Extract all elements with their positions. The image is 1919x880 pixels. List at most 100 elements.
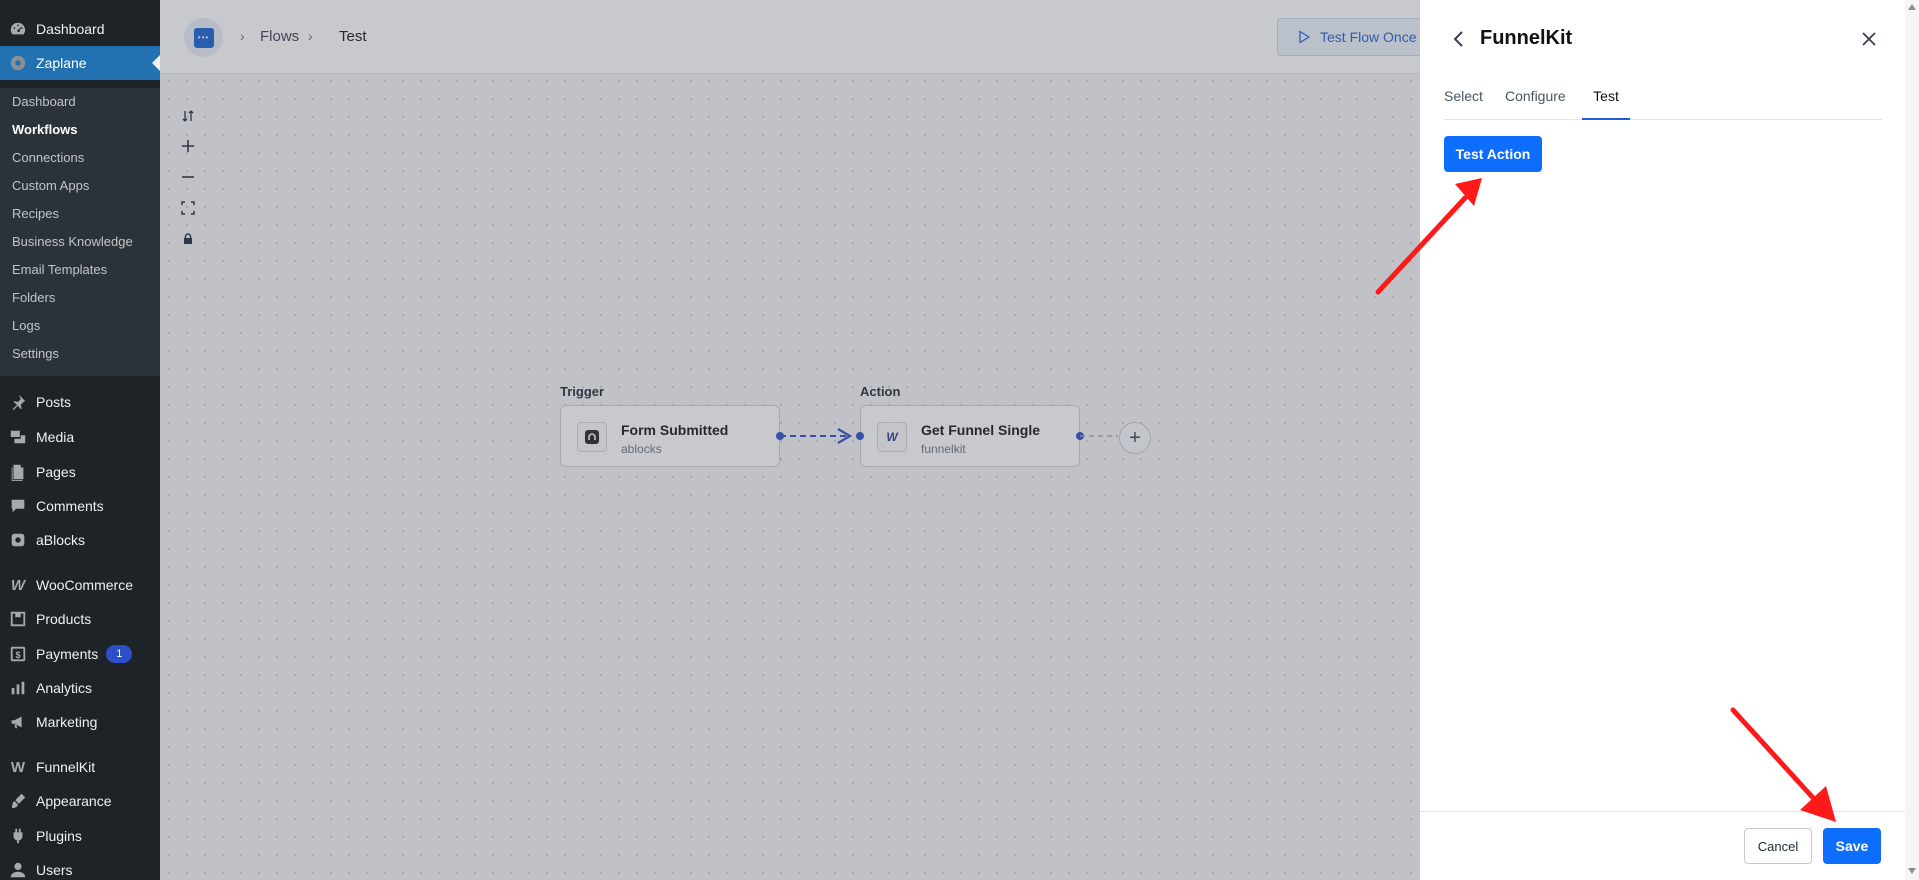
submenu-email-templates[interactable]: Email Templates [12,262,107,277]
menu-dashboard-label: Dashboard [36,21,105,37]
flow-canvas[interactable]: ••• › Flows › Test Test Flow Once Trigge… [160,0,1427,880]
test-action-button[interactable]: Test Action [1444,136,1542,172]
payments-count-badge: 1 [106,645,133,663]
zoom-in-icon[interactable] [176,134,200,158]
zoom-out-icon[interactable] [176,165,200,189]
test-flow-once-button[interactable]: Test Flow Once [1277,18,1427,56]
pending-connector [1080,435,1118,437]
menu-media[interactable]: Media [0,420,160,454]
trigger-title: Form Submitted [621,422,729,438]
plug-icon [0,827,36,845]
breadcrumb-flows[interactable]: Flows [260,28,299,45]
chevron-right-icon: › [308,28,313,44]
action-app: funnelkit [921,442,966,456]
lock-icon[interactable] [176,227,200,251]
submenu-settings[interactable]: Settings [12,346,59,361]
menu-plugins-label: Plugins [36,828,82,844]
trigger-label: Trigger [560,384,605,399]
add-step-button[interactable]: + [1119,422,1151,454]
dashboard-icon [0,20,36,38]
action-title: Get Funnel Single [921,422,1041,438]
menu-funnelkit[interactable]: W FunnelKit [0,750,160,784]
submenu-recipes[interactable]: Recipes [12,206,59,221]
close-icon[interactable] [1858,28,1880,50]
app-logo[interactable]: ••• [184,18,223,57]
breadcrumb-current: Test [339,28,367,45]
trigger-node[interactable]: Form Submitted ablocks [560,405,780,467]
menu-analytics[interactable]: Analytics [0,671,160,705]
flow-connector [780,428,853,444]
funnelkit-app-icon: W [877,422,907,452]
submenu-folders[interactable]: Folders [12,290,55,305]
menu-users-label: Users [36,862,73,878]
swap-arrows-icon[interactable] [176,104,200,128]
submenu-connections[interactable]: Connections [12,150,84,165]
submenu-workflows[interactable]: Workflows [12,122,78,137]
scroll-up-icon[interactable] [1908,4,1916,10]
cancel-button[interactable]: Cancel [1744,828,1812,864]
menu-ablocks[interactable]: aBlocks [0,523,160,557]
menu-marketing-label: Marketing [36,714,98,730]
media-icon [0,428,36,446]
menu-pages[interactable]: Pages [0,455,160,489]
menu-media-label: Media [36,429,75,445]
menu-dashboard[interactable]: Dashboard [0,12,160,46]
menu-woocommerce-label: WooCommerce [36,577,133,593]
comments-icon [0,497,36,515]
payments-icon: $ [0,645,36,663]
action-input-handle[interactable] [856,432,864,440]
panel-footer-divider [1420,811,1905,812]
pages-icon [0,463,36,481]
products-icon [0,610,36,628]
back-arrow-icon[interactable] [1448,28,1470,50]
tab-configure[interactable]: Configure [1505,86,1566,120]
menu-users[interactable]: Users [0,853,160,880]
submenu-business-knowledge[interactable]: Business Knowledge [12,234,133,249]
menu-posts[interactable]: Posts [0,385,160,419]
pushpin-icon [0,393,36,411]
menu-appearance-label: Appearance [36,793,112,809]
action-label: Action [860,384,901,399]
menu-woocommerce[interactable]: W WooCommerce [0,568,160,602]
menu-ablocks-label: aBlocks [36,532,86,548]
funnelkit-icon: W [10,758,26,776]
flow-topbar: ••• › Flows › Test Test Flow Once [160,0,1427,74]
woocommerce-icon: W [10,576,26,594]
panel-title: FunnelKit [1480,27,1573,49]
play-icon [1299,30,1310,44]
menu-plugins[interactable]: Plugins [0,819,160,853]
menu-zaplane-label: Zaplane [36,55,87,71]
menu-zaplane[interactable]: Zaplane [0,46,160,80]
submenu-dashboard[interactable]: Dashboard [12,94,76,109]
menu-pages-label: Pages [36,464,76,480]
menu-marketing[interactable]: Marketing [0,705,160,739]
chevron-right-icon: › [240,28,245,44]
menu-posts-label: Posts [36,394,72,410]
action-node[interactable]: W Get Funnel Single funnelkit [860,405,1080,467]
submenu-custom-apps[interactable]: Custom Apps [12,178,89,193]
paintbrush-icon [0,792,36,810]
step-config-panel: FunnelKit Select Configure Test Test Act… [1420,0,1919,880]
svg-text:$: $ [15,650,20,660]
menu-products[interactable]: Products [0,602,160,636]
ablocks-app-icon [577,422,607,452]
save-button[interactable]: Save [1823,828,1881,864]
menu-payments-label: Payments [36,646,99,662]
menu-appearance[interactable]: Appearance [0,784,160,818]
tab-test[interactable]: Test [1582,86,1630,120]
panel-scrollbar[interactable] [1905,0,1919,880]
menu-funnelkit-label: FunnelKit [36,759,96,775]
submenu-logs[interactable]: Logs [12,318,40,333]
test-flow-once-label: Test Flow Once [1320,29,1417,45]
menu-comments[interactable]: Comments [0,489,160,523]
menu-payments[interactable]: $ Payments 1 [0,637,160,671]
trigger-app: ablocks [621,442,662,456]
logo-icon: ••• [193,27,214,48]
user-icon [0,861,36,879]
fit-view-icon[interactable] [176,196,200,220]
menu-analytics-label: Analytics [36,680,93,696]
plus-icon: + [1129,426,1141,449]
wp-admin-sidebar: Dashboard Zaplane Dashboard Workflows Co… [0,0,160,880]
scroll-down-icon[interactable] [1908,868,1916,874]
tab-select[interactable]: Select [1444,86,1483,120]
